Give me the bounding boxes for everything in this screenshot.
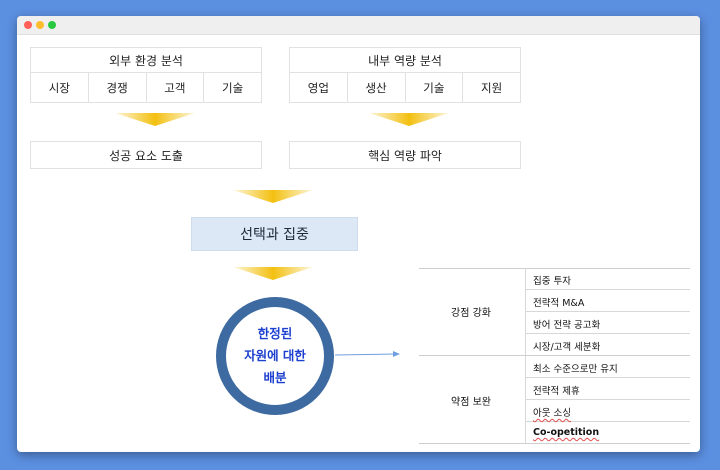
external-analysis-items: 시장 경쟁 고객 기술 bbox=[30, 73, 262, 103]
strengthen-item: 집중 투자 bbox=[533, 276, 571, 287]
title-bar bbox=[17, 16, 700, 35]
internal-item: 기술 bbox=[405, 73, 464, 103]
allocation-line-3: 배분 bbox=[263, 370, 287, 385]
external-item: 고객 bbox=[146, 73, 205, 103]
external-item: 시장 bbox=[30, 73, 89, 103]
minimize-button[interactable] bbox=[36, 21, 44, 29]
strengthen-item: 방어 전략 공고화 bbox=[533, 320, 601, 331]
down-arrow-internal bbox=[369, 113, 449, 126]
app-window: 외부 환경 분석 시장 경쟁 고객 기술 내부 역량 분석 영업 생산 기술 지… bbox=[17, 16, 700, 452]
external-analysis-title: 외부 환경 분석 bbox=[30, 47, 262, 73]
down-arrow-external bbox=[115, 113, 195, 126]
resource-allocation-circle: 한정된 자원에 대한 배분 bbox=[216, 297, 334, 415]
supplement-item: Co-opetition bbox=[533, 427, 600, 438]
internal-item: 생산 bbox=[347, 73, 406, 103]
allocation-line-1: 한정된 bbox=[257, 326, 293, 341]
connector-arrow bbox=[335, 351, 400, 357]
internal-item: 영업 bbox=[289, 73, 348, 103]
supplement-label: 약점 보완 bbox=[451, 397, 491, 408]
supplement-item: 아웃 소싱 bbox=[533, 408, 571, 419]
strengthen-item: 전략적 M&A bbox=[533, 298, 585, 309]
internal-analysis-title: 내부 역량 분석 bbox=[289, 47, 521, 73]
down-arrow-allocation bbox=[233, 267, 313, 280]
selection-focus-box: 선택과 집중 bbox=[191, 217, 358, 251]
supplement-item: 전략적 제휴 bbox=[533, 386, 580, 397]
core-competence-box: 핵심 역량 파악 bbox=[289, 141, 521, 169]
supplement-item: 최소 수준으로만 유지 bbox=[533, 364, 618, 375]
strengthen-label: 강점 강화 bbox=[451, 308, 491, 319]
close-button[interactable] bbox=[24, 21, 32, 29]
down-arrow-focus bbox=[233, 190, 313, 203]
strengthen-item: 시장/고객 세분화 bbox=[533, 342, 601, 353]
external-item: 기술 bbox=[204, 73, 262, 103]
success-factor-box: 성공 요소 도출 bbox=[30, 141, 262, 169]
internal-analysis-items: 영업 생산 기술 지원 bbox=[289, 73, 521, 103]
external-item: 경쟁 bbox=[88, 73, 147, 103]
diagram-canvas: 외부 환경 분석 시장 경쟁 고객 기술 내부 역량 분석 영업 생산 기술 지… bbox=[17, 35, 700, 452]
allocation-line-2: 자원에 대한 bbox=[244, 348, 306, 363]
internal-item: 지원 bbox=[463, 73, 521, 103]
maximize-button[interactable] bbox=[48, 21, 56, 29]
